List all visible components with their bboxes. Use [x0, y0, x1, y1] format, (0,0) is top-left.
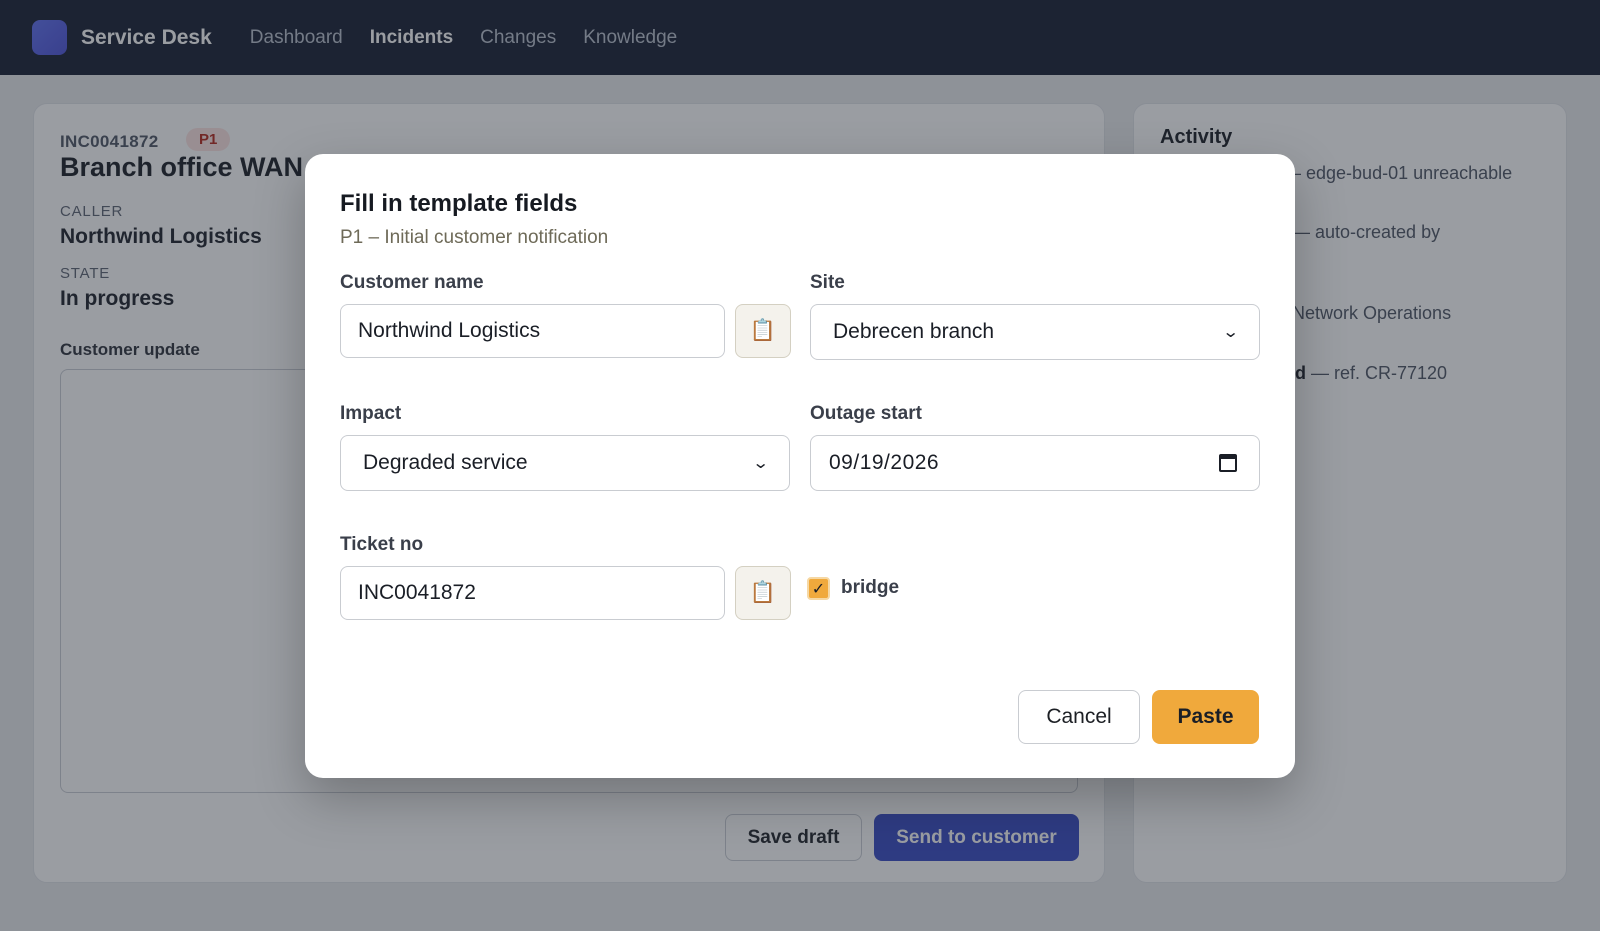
- chevron-down-icon: ⌄: [751, 455, 770, 472]
- dialog-subtitle: P1 – Initial customer notification: [340, 227, 609, 248]
- site-select[interactable]: Debrecen branch ⌄: [810, 304, 1260, 360]
- customer-name-input[interactable]: Northwind Logistics: [340, 304, 725, 358]
- bridge-label[interactable]: bridge: [841, 577, 899, 599]
- calendar-icon[interactable]: [1219, 454, 1237, 472]
- bridge-checkbox[interactable]: ✓: [807, 577, 830, 600]
- outage-start-date-input[interactable]: 09/19/2026: [810, 435, 1260, 491]
- impact-label: Impact: [340, 403, 402, 424]
- customer-name-clipboard-button[interactable]: 📋: [735, 304, 791, 358]
- impact-select[interactable]: Degraded service ⌄: [340, 435, 790, 491]
- outage-start-value: 09/19/2026: [829, 451, 940, 474]
- ticket-no-label: Ticket no: [340, 534, 424, 555]
- paste-button[interactable]: Paste: [1152, 690, 1259, 744]
- checkmark-icon: ✓: [811, 580, 826, 598]
- template-fields-dialog: Fill in template fields P1 – Initial cus…: [305, 154, 1295, 778]
- site-selected-value: Debrecen branch: [833, 320, 995, 343]
- outage-start-label: Outage start: [810, 403, 922, 424]
- ticket-no-input[interactable]: INC0041872: [340, 566, 725, 620]
- clipboard-icon: 📋: [749, 581, 777, 604]
- clipboard-icon: 📋: [749, 319, 777, 342]
- cancel-button[interactable]: Cancel: [1018, 690, 1140, 744]
- chevron-down-icon: ⌄: [1221, 324, 1240, 341]
- ticket-no-clipboard-button[interactable]: 📋: [735, 566, 791, 620]
- impact-selected-value: Degraded service: [363, 451, 528, 474]
- site-label: Site: [810, 272, 845, 293]
- dialog-title: Fill in template fields: [340, 190, 578, 217]
- customer-name-label: Customer name: [340, 272, 484, 293]
